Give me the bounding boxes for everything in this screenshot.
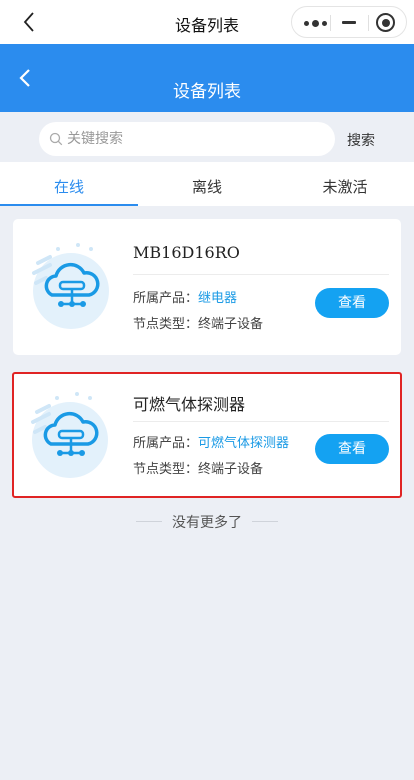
device-card[interactable]: 可燃气体探测器 所属产品：可燃气体探测器 节点类型：终端子设备 查看 — [12, 372, 402, 498]
search-icon — [49, 132, 63, 146]
tab-online[interactable]: 在线 — [0, 162, 138, 206]
system-title-bar: 设备列表 — [0, 0, 414, 44]
cloud-network-icon — [31, 392, 108, 478]
status-tabs: 在线 离线 未激活 — [0, 162, 414, 206]
node-type-row: 节点类型：终端子设备 — [133, 313, 263, 332]
close-target-icon[interactable] — [376, 13, 395, 32]
app-header: 设备列表 — [0, 44, 414, 112]
capsule-divider — [368, 15, 369, 31]
product-row: 所属产品：可燃气体探测器 — [133, 432, 289, 451]
cloud-network-icon — [32, 243, 109, 329]
product-link[interactable]: 可燃气体探测器 — [198, 436, 289, 451]
search-row: 搜索 — [0, 112, 414, 162]
view-button[interactable]: 查看 — [315, 434, 389, 464]
search-button[interactable]: 搜索 — [347, 130, 375, 150]
device-card[interactable]: MB16D16RO 所属产品：继电器 节点类型：终端子设备 查看 — [13, 219, 401, 355]
no-more-indicator: 没有更多了 — [0, 512, 414, 532]
mini-program-capsule — [291, 6, 407, 38]
more-dots-icon[interactable] — [304, 20, 327, 27]
no-more-text: 没有更多了 — [172, 515, 242, 531]
product-row: 所属产品：继电器 — [133, 287, 237, 306]
search-input[interactable] — [67, 122, 327, 156]
node-type-row: 节点类型：终端子设备 — [133, 458, 263, 477]
view-button[interactable]: 查看 — [315, 288, 389, 318]
node-type-value: 终端子设备 — [198, 462, 264, 477]
page-title: 设备列表 — [173, 82, 241, 102]
product-label: 所属产品： — [133, 436, 199, 451]
divider — [133, 421, 389, 422]
tab-inactive[interactable]: 未激活 — [276, 162, 414, 206]
node-type-value: 终端子设备 — [198, 317, 264, 332]
divider-line — [252, 521, 278, 522]
device-name: 可燃气体探测器 — [133, 395, 246, 414]
product-label: 所属产品： — [133, 291, 199, 306]
tab-offline[interactable]: 离线 — [138, 162, 276, 206]
search-box — [39, 122, 335, 156]
minimize-icon[interactable] — [342, 21, 356, 24]
node-type-label: 节点类型： — [133, 317, 199, 332]
device-name: MB16D16RO — [133, 243, 240, 262]
node-type-label: 节点类型： — [133, 462, 199, 477]
divider — [133, 274, 389, 275]
capsule-divider — [330, 15, 331, 31]
product-link[interactable]: 继电器 — [198, 291, 237, 306]
